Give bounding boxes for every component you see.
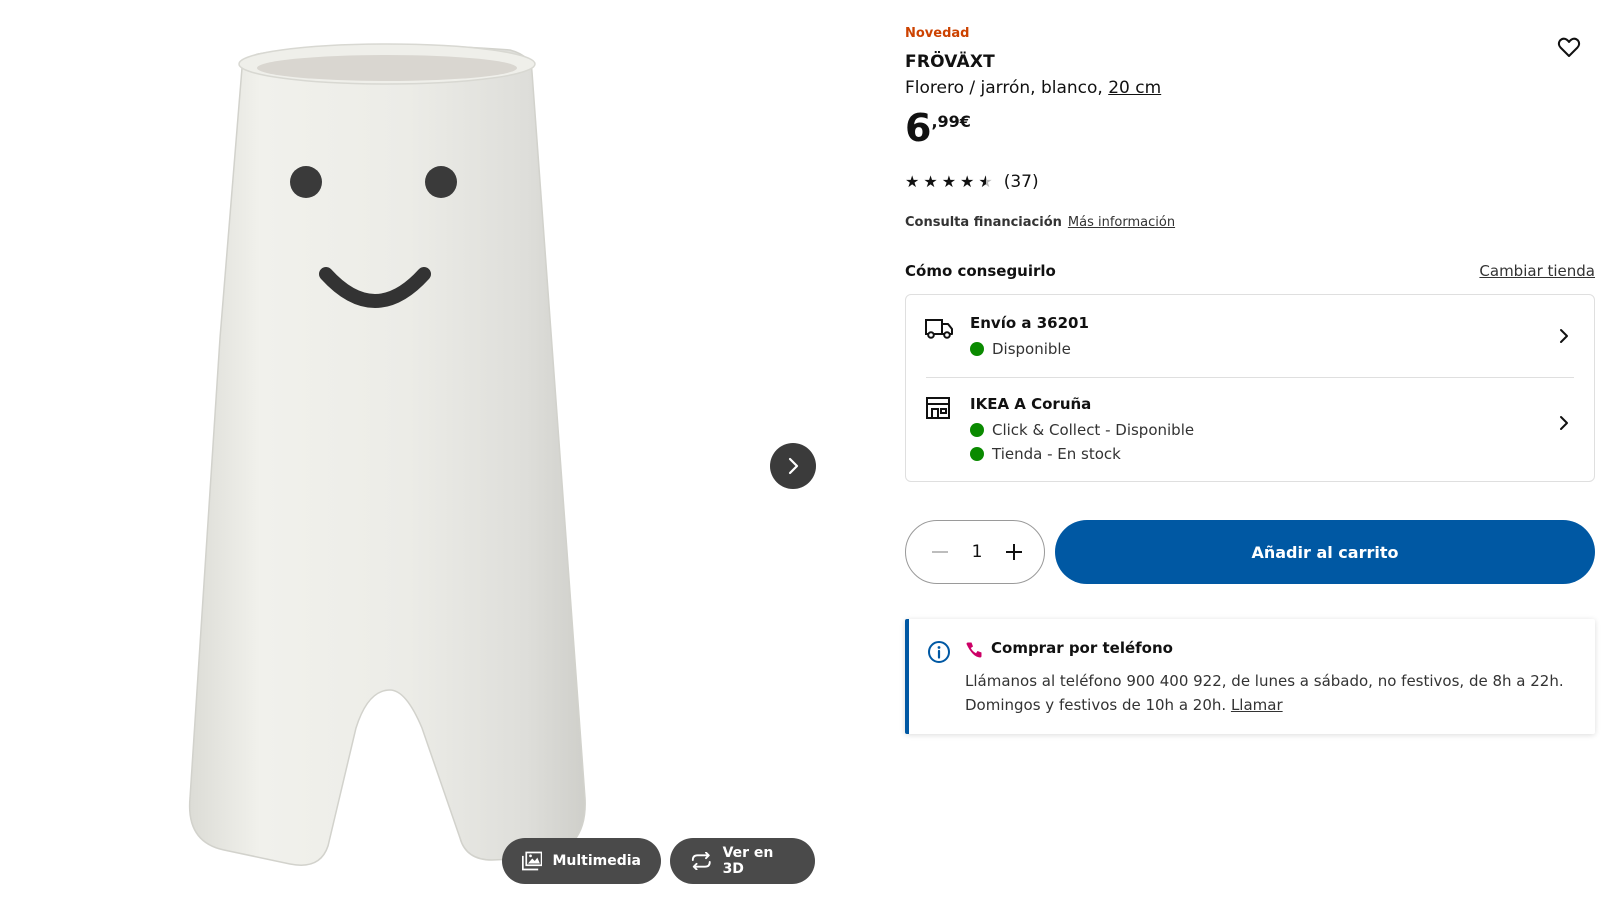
truck-icon bbox=[925, 319, 953, 339]
view-3d-label: Ver en 3D bbox=[722, 845, 774, 877]
quantity-value[interactable]: 1 bbox=[972, 542, 983, 562]
available-dot-icon bbox=[970, 423, 984, 437]
favourite-button[interactable] bbox=[1556, 34, 1582, 60]
phone-order-box: Comprar por teléfono Llámanos al teléfon… bbox=[905, 619, 1595, 734]
store-icon bbox=[926, 397, 950, 419]
product-price: 6 ,99€ bbox=[905, 106, 971, 150]
change-store-link[interactable]: Cambiar tienda bbox=[1479, 262, 1595, 280]
delivery-status-text: Disponible bbox=[992, 340, 1071, 358]
in-store-status: Tienda - En stock bbox=[970, 445, 1121, 463]
chevron-right-icon bbox=[1560, 416, 1568, 430]
click-collect-status: Click & Collect - Disponible bbox=[970, 421, 1194, 439]
available-dot-icon bbox=[970, 342, 984, 356]
product-name: FRÖVÄXT bbox=[905, 52, 995, 72]
half-star-icon: ★ bbox=[978, 172, 993, 191]
multimedia-button[interactable]: Multimedia bbox=[502, 838, 661, 884]
multimedia-label: Multimedia bbox=[552, 853, 641, 869]
available-dot-icon bbox=[970, 447, 984, 461]
chevron-right-icon bbox=[1560, 329, 1568, 343]
price-integer: 6 bbox=[905, 106, 932, 150]
next-image-button[interactable] bbox=[770, 443, 816, 489]
price-decimal: ,99€ bbox=[931, 112, 971, 131]
minus-icon bbox=[932, 551, 948, 553]
delivery-title: Envío a 36201 bbox=[970, 314, 1089, 332]
plus-icon bbox=[1005, 544, 1022, 560]
store-title: IKEA A Coruña bbox=[970, 395, 1092, 413]
financing-label: Consulta financiación bbox=[905, 215, 1062, 230]
product-description: Florero / jarrón, blanco, 20 cm bbox=[905, 78, 1161, 98]
product-gallery: Multimedia Ver en 3D bbox=[0, 0, 840, 898]
image-gallery-icon bbox=[522, 851, 543, 871]
availability-box: Envío a 36201 Disponible IKEA A Coruña C… bbox=[905, 294, 1595, 482]
increase-quantity-button[interactable] bbox=[1002, 540, 1026, 564]
in-store-text: Tienda - En stock bbox=[992, 445, 1121, 463]
product-image[interactable] bbox=[180, 38, 620, 878]
heart-icon bbox=[1557, 37, 1581, 57]
view-3d-button[interactable]: Ver en 3D bbox=[670, 838, 815, 884]
delivery-status: Disponible bbox=[970, 340, 1071, 358]
rotate-3d-icon bbox=[691, 852, 711, 870]
star-icon: ★ bbox=[905, 172, 920, 191]
product-size-link[interactable]: 20 cm bbox=[1108, 78, 1161, 98]
star-icon: ★ bbox=[923, 172, 938, 191]
call-link[interactable]: Llamar bbox=[1231, 696, 1283, 714]
click-collect-text: Click & Collect - Disponible bbox=[992, 421, 1195, 439]
how-to-get-title: Cómo conseguirlo bbox=[905, 262, 1056, 280]
financing-row: Consulta financiación Más información bbox=[905, 215, 1175, 230]
store-row[interactable]: IKEA A Coruña Click & Collect - Disponib… bbox=[906, 377, 1594, 481]
rating[interactable]: ★ ★ ★ ★ ★ (37) bbox=[905, 172, 1039, 192]
delivery-row[interactable]: Envío a 36201 Disponible bbox=[906, 295, 1594, 377]
phone-order-text: Llámanos al teléfono 900 400 922, de lun… bbox=[965, 669, 1585, 717]
star-icon: ★ bbox=[960, 172, 975, 191]
decrease-quantity-button[interactable] bbox=[928, 540, 952, 564]
phone-order-title: Comprar por teléfono bbox=[991, 639, 1173, 657]
info-icon bbox=[928, 641, 950, 663]
chevron-right-icon bbox=[788, 457, 799, 475]
rating-count: (37) bbox=[1003, 172, 1039, 192]
new-badge: Novedad bbox=[905, 26, 970, 41]
product-description-text: Florero / jarrón, blanco, bbox=[905, 78, 1103, 98]
financing-more-link[interactable]: Más información bbox=[1068, 215, 1175, 230]
rating-stars: ★ ★ ★ ★ ★ bbox=[905, 174, 993, 190]
phone-icon bbox=[966, 642, 982, 658]
quantity-stepper: 1 bbox=[905, 520, 1045, 584]
add-to-cart-button[interactable]: Añadir al carrito bbox=[1055, 520, 1595, 584]
star-icon: ★ bbox=[941, 172, 957, 191]
